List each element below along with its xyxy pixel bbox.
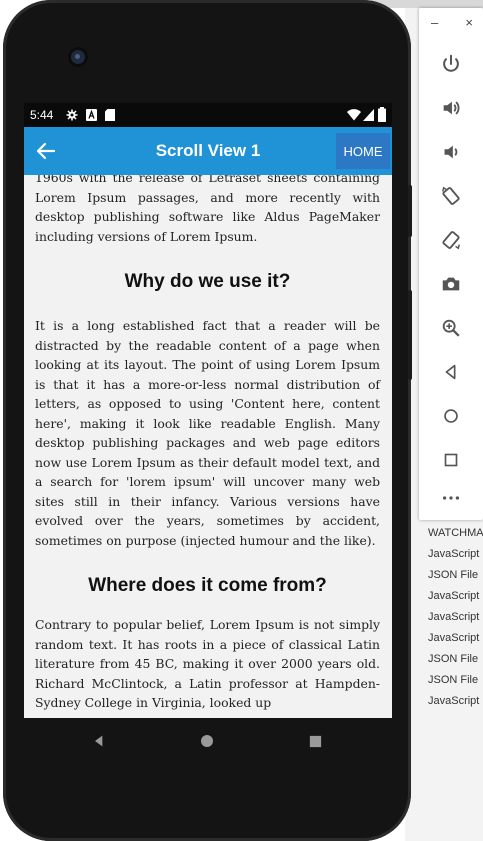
- heading-where: Where does it come from?: [88, 575, 327, 596]
- heading-why: Why do we use it?: [124, 271, 291, 292]
- nav-home-icon[interactable]: [196, 730, 218, 752]
- back-icon[interactable]: [419, 352, 483, 392]
- navigation-bar: [24, 718, 392, 764]
- zoom-icon[interactable]: [419, 308, 483, 348]
- ide-list-item[interactable]: JSON File: [420, 670, 483, 691]
- ide-list-item[interactable]: JavaScript: [420, 691, 483, 712]
- overview-icon[interactable]: [419, 440, 483, 480]
- battery-icon: [378, 107, 386, 122]
- power-icon[interactable]: [419, 44, 483, 84]
- scroll-view[interactable]: 1960s with the release of Letraset sheet…: [24, 175, 392, 718]
- ide-list-item[interactable]: JSON File: [420, 565, 483, 586]
- why-paragraph: It is a long established fact that a rea…: [35, 318, 380, 548]
- emulator-toolbar-header: – ×: [429, 14, 475, 32]
- app-bar: Scroll View 1 HOME: [24, 127, 392, 175]
- rotate-left-icon[interactable]: [419, 176, 483, 216]
- signal-icon: [363, 109, 374, 121]
- close-button[interactable]: ×: [465, 14, 473, 32]
- volume-down-icon[interactable]: [419, 132, 483, 172]
- ide-list-item[interactable]: JavaScript: [420, 586, 483, 607]
- minimize-button[interactable]: –: [431, 14, 438, 32]
- nav-overview-icon[interactable]: [304, 730, 326, 752]
- home-icon[interactable]: [419, 396, 483, 436]
- wifi-icon: [347, 109, 361, 121]
- phone-screen: 5:44 Scroll View 1 HOME 1960s with the r…: [24, 103, 392, 718]
- phone-volume-key: [408, 290, 412, 380]
- status-bar: 5:44: [24, 103, 392, 127]
- more-icon[interactable]: [419, 478, 483, 518]
- phone-power-key: [408, 185, 412, 237]
- notification-a-icon: [86, 109, 97, 121]
- ide-file-list: WATCHMA JavaScript JSON File JavaScript …: [420, 523, 483, 712]
- home-button[interactable]: HOME: [336, 133, 390, 169]
- status-time: 5:44: [30, 108, 54, 122]
- emulator-toolbar: – ×: [419, 8, 483, 520]
- front-camera-icon: [71, 50, 85, 64]
- volume-up-icon[interactable]: [419, 88, 483, 128]
- rotate-right-icon[interactable]: [419, 220, 483, 260]
- ide-list-item[interactable]: JavaScript: [420, 607, 483, 628]
- ide-list-item[interactable]: WATCHMA: [420, 523, 483, 544]
- nav-back-icon[interactable]: [88, 730, 110, 752]
- camera-icon[interactable]: [419, 264, 483, 304]
- ide-list-item[interactable]: JSON File: [420, 649, 483, 670]
- ide-list-item[interactable]: JavaScript: [420, 628, 483, 649]
- ide-list-item[interactable]: JavaScript: [420, 544, 483, 565]
- settings-icon: [66, 109, 78, 121]
- scroll-content: 1960s with the release of Letraset sheet…: [35, 175, 380, 713]
- intro-paragraph: 1960s with the release of Letraset sheet…: [35, 175, 380, 244]
- where-paragraph: Contrary to popular belief, Lorem Ipsum …: [35, 617, 380, 710]
- sd-card-icon: [105, 109, 115, 121]
